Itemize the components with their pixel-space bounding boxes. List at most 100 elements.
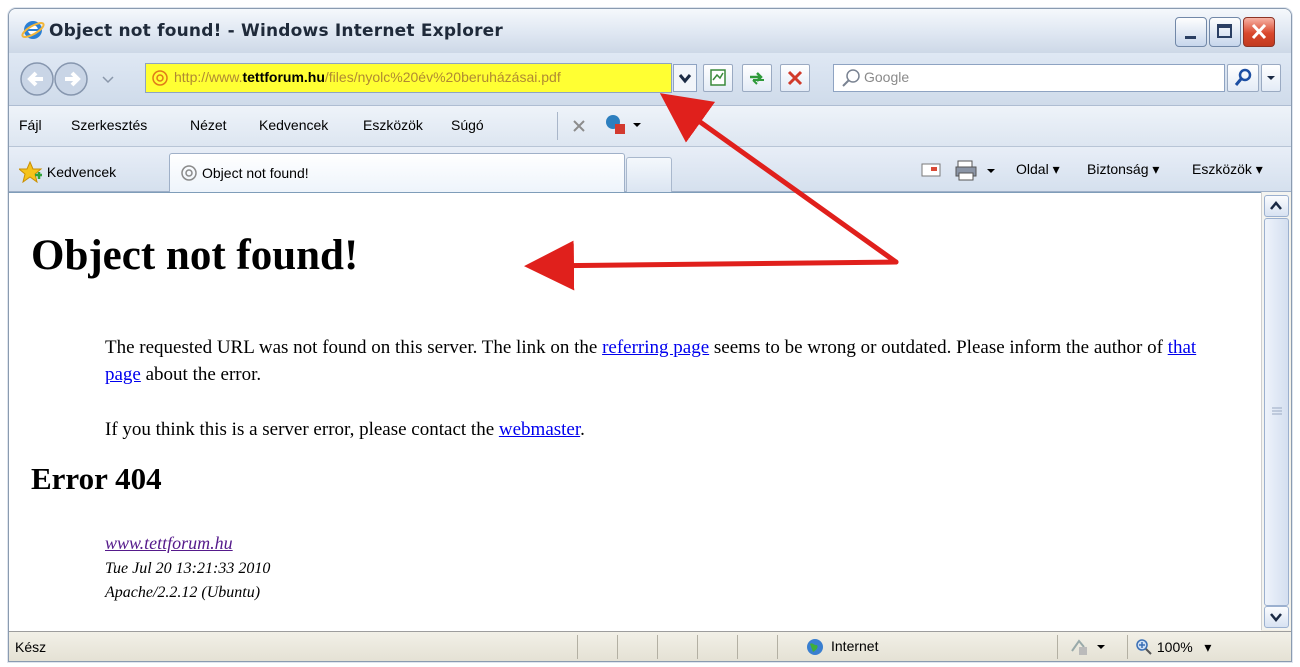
close-button[interactable] [1243,17,1275,47]
paragraph-text: If you think this is a server error, ple… [105,419,499,440]
chevron-up-icon [1270,201,1282,210]
chevron-down-icon [1270,613,1282,622]
url-prefix: http://www. [174,69,243,85]
page-icon [152,70,168,86]
menu-edit[interactable]: Szerkesztés [71,117,147,133]
menu-bar: Fájl Szerkesztés Nézet Kedvencek Eszközö… [9,106,1291,147]
minimize-button[interactable] [1175,17,1207,47]
protected-mode-icon[interactable] [1069,637,1119,657]
safety-menu-label: Biztonság [1087,161,1149,177]
stop-button[interactable] [780,64,810,92]
search-provider-icon [842,69,860,87]
favorites-button[interactable]: Kedvencek [17,160,117,184]
zoom-icon [1136,639,1152,655]
scroll-down-button[interactable] [1264,606,1289,628]
address-dropdown-button[interactable] [673,64,697,92]
tools-menu-label: Eszközök [1192,161,1252,177]
search-options-button[interactable] [1261,64,1281,92]
recent-pages-chevron-icon[interactable] [102,76,114,84]
status-divider [657,635,658,659]
close-toolbar-icon[interactable] [569,116,589,136]
page-menu-label: Oldal [1016,161,1049,177]
feeds-icon[interactable] [921,162,943,178]
search-placeholder: Google [864,69,910,85]
menu-favorites[interactable]: Kedvencek [259,117,328,133]
page-heading: Object not found! [31,232,359,279]
menu-divider [557,112,558,140]
status-divider [737,635,738,659]
forward-button[interactable] [54,62,88,96]
menu-help[interactable]: Súgó [451,117,484,133]
url-path: /files/nyolc%20év%20beruházásai.pdf [324,69,561,85]
maximize-button[interactable] [1209,17,1241,47]
chevron-down-icon [678,74,692,84]
browser-window: Object not found! - Windows Internet Exp… [8,8,1292,662]
menu-view[interactable]: Nézet [190,117,227,133]
status-divider [577,635,578,659]
menu-file[interactable]: Fájl [19,117,42,133]
paragraph-text: . [580,419,585,440]
status-divider [1127,635,1128,659]
paragraph-text: about the error. [140,364,262,385]
chevron-down-icon [1267,76,1275,80]
back-forward-buttons [20,62,114,96]
refresh-icon [750,72,764,85]
page-menu[interactable]: Oldal ▾ [1016,161,1060,178]
tab-bar: Kedvencek Object not found! Oldal ▾ Bizt… [9,147,1291,192]
page-icon [181,165,197,181]
paragraph-text: seems to be wrong or outdated. Please in… [709,337,1168,358]
server-date: Tue Jul 20 13:21:33 2010 [105,560,271,577]
addon-icon[interactable] [601,112,641,138]
status-bar: Kész Internet 100% ▾ [9,631,1291,661]
title-bar: Object not found! - Windows Internet Exp… [9,9,1291,54]
compatibility-view-icon [710,69,726,86]
contact-paragraph: If you think this is a server error, ple… [105,416,1235,443]
error-message-paragraph: The requested URL was not found on this … [105,334,1235,388]
safety-menu[interactable]: Biztonság ▾ [1087,161,1159,178]
url-domain: tettforum.hu [242,69,325,85]
status-divider [617,635,618,659]
security-zone[interactable]: Internet [831,638,878,654]
close-icon [1251,23,1267,40]
paragraph-text: The requested URL was not found on this … [105,337,603,358]
globe-icon [807,639,823,655]
grip-icon [1272,407,1282,415]
status-text: Kész [15,639,47,655]
status-divider [1057,635,1058,659]
server-site-link[interactable]: www.tettforum.hu [105,533,233,553]
minimize-icon [1185,36,1196,39]
search-button[interactable] [1227,64,1259,92]
print-icon[interactable] [955,158,999,182]
search-icon [1234,68,1252,86]
status-divider [697,635,698,659]
scroll-up-button[interactable] [1264,195,1289,217]
menu-tools[interactable]: Eszközök [363,117,423,133]
ie-logo-icon [21,21,45,39]
tab-object-not-found[interactable]: Object not found! [169,153,625,192]
tools-menu[interactable]: Eszközök ▾ [1192,161,1263,178]
refresh-button[interactable] [742,64,772,92]
back-button[interactable] [20,62,54,96]
window-title: Object not found! - Windows Internet Exp… [49,21,503,41]
error-code-heading: Error 404 [31,461,162,496]
favorites-label: Kedvencek [46,164,117,180]
stop-icon [787,70,803,86]
page-content: Object not found! The requested URL was … [9,192,1261,631]
zoom-control[interactable]: 100% ▾ [1135,638,1211,656]
star-icon [17,160,43,184]
status-divider [777,635,778,659]
webmaster-link[interactable]: webmaster [499,419,580,440]
server-signature: www.tettforum.hu Tue Jul 20 13:21:33 201… [105,531,270,605]
zoom-level: 100% [1156,639,1193,655]
referring-page-link[interactable]: referring page [602,337,709,358]
address-bar[interactable]: http://www.tettforum.hu/files/nyolc%20év… [145,63,672,93]
scroll-thumb[interactable] [1264,218,1289,606]
search-box[interactable]: Google [833,64,1225,92]
navigation-bar: http://www.tettforum.hu/files/nyolc%20év… [9,53,1291,106]
tab-label: Object not found! [202,165,309,181]
compatibility-view-button[interactable] [703,64,733,92]
server-software: Apache/2.2.12 (Ubuntu) [105,584,261,601]
new-tab-button[interactable] [626,157,672,192]
vertical-scrollbar[interactable] [1261,192,1290,630]
maximize-icon [1217,24,1232,38]
